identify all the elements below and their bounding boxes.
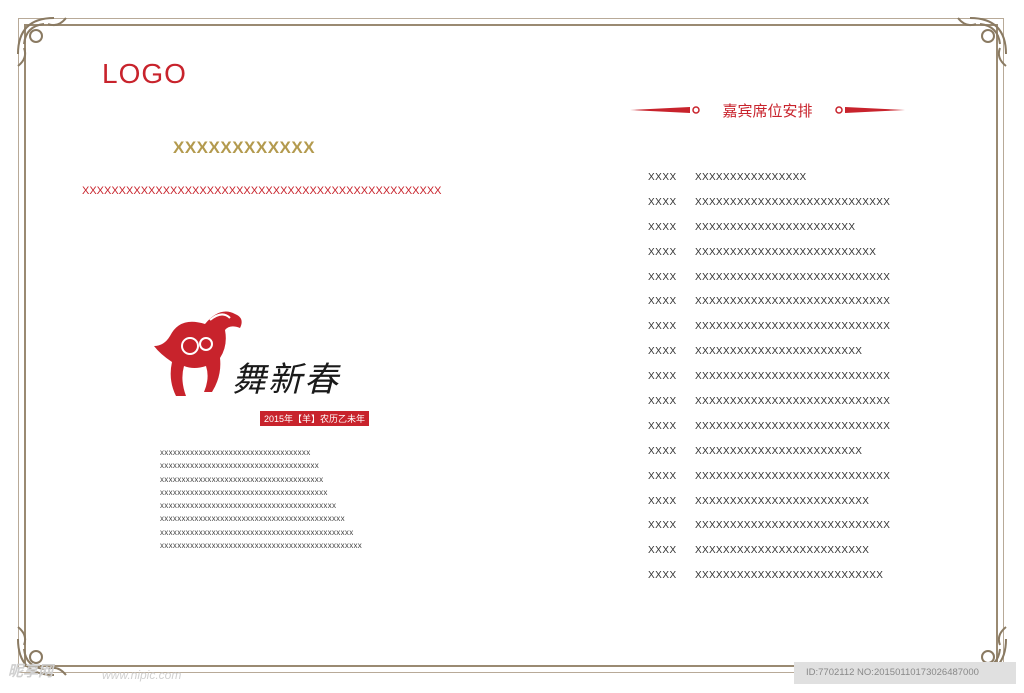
body-line: xxxxxxxxxxxxxxxxxxxxxxxxxxxxxxxxxxxxxxxx… [160,514,345,524]
seat-name: XXXXXXXXXXXXXXXXXXXXXXXX [695,445,863,457]
calligraphy-title: 舞新春 [232,360,340,400]
seat-row: XXXX XXXXXXXXXXXXXXXXXXXXXXXXXXXX [648,314,890,339]
seat-label: XXXX [648,395,677,407]
seat-row: XXXX XXXXXXXXXXXXXXXXXXXXXXXXX [648,538,890,563]
body-line: xxxxxxxxxxxxxxxxxxxxxxxxxxxxxxxxxxx [160,448,311,457]
seat-row: XXXX XXXXXXXXXXXXXXXX [648,165,890,190]
seat-label: XXXX [648,520,677,532]
seating-heading: 嘉宾席位安排 [630,98,905,122]
year-badge: 2015年【羊】农历乙未年 [260,411,370,426]
seat-row: XXXX XXXXXXXXXXXXXXXXXXXXXXXXXXX [648,563,890,588]
body-text: xxxxxxxxxxxxxxxxxxxxxxxxxxxxxxxxxxx xxxx… [160,446,362,552]
logo-text: LOGO [102,58,187,89]
seat-name: XXXXXXXXXXXXXXXXXXXXXXXXXXXX [695,420,891,432]
watermark-id: ID:7702112 NO:20150110173026487000 [794,662,1016,684]
seat-name: XXXXXXXXXXXXXXXX [695,171,807,183]
seat-row: XXXX XXXXXXXXXXXXXXXXXXXXXXXXXXXX [648,414,890,439]
seat-row: XXXX XXXXXXXXXXXXXXXXXXXXXXXXXXXX [648,265,890,290]
seat-row: XXXX XXXXXXXXXXXXXXXXXXXXXXXX [648,339,890,364]
seat-label: XXXX [648,371,677,383]
seat-name: XXXXXXXXXXXXXXXXXXXXXXX [695,221,856,233]
body-line: xxxxxxxxxxxxxxxxxxxxxxxxxxxxxxxxxxxxx [160,461,320,471]
seat-name: XXXXXXXXXXXXXXXXXXXXXXXX [695,346,863,358]
seat-row: XXXX XXXXXXXXXXXXXXXXXXXXXXXXX [648,489,890,514]
seat-label: XXXX [648,470,677,482]
seat-label: XXXX [648,545,677,557]
seating-list: XXXX XXXXXXXXXXXXXXXX XXXX XXXXXXXXXXXXXXX… [648,165,890,588]
seat-row: XXXX XXXXXXXXXXXXXXXXXXXXXXXXXXXX [648,389,890,414]
body-line: xxxxxxxxxxxxxxxxxxxxxxxxxxxxxxxxxxxxxxxx… [160,527,354,537]
seat-name: XXXXXXXXXXXXXXXXXXXXXXXXX [695,545,870,557]
seat-row: XXXX XXXXXXXXXXXXXXXXXXXXXXXX [648,439,890,464]
seat-name: XXXXXXXXXXXXXXXXXXXXXXXXXXXX [695,470,891,482]
seat-label: XXXX [648,221,677,233]
seat-label: XXXX [648,246,677,258]
seat-label: XXXX [648,495,677,507]
seat-label: XXXX [648,196,677,208]
seat-label: XXXX [648,296,677,308]
seat-name: XXXXXXXXXXXXXXXXXXXXXXXXX [695,495,870,507]
seat-name: XXXXXXXXXXXXXXXXXXXXXXXXXXXX [695,296,891,308]
seat-row: XXXX XXXXXXXXXXXXXXXXXXXXXXXXXXXX [648,464,890,489]
seat-name: XXXXXXXXXXXXXXXXXXXXXXXXXXXX [695,371,891,383]
seat-row: XXXX XXXXXXXXXXXXXXXXXXXXXXXXXXXX [648,513,890,538]
corner-ornament-icon [946,14,1010,78]
seat-row: XXXX XXXXXXXXXXXXXXXXXXXXXXXXXXXX [648,364,890,389]
document-subtitle: XXXXXXXXXXXXXXXXXXXXXXXXXXXXXXXXXXXXXXXX… [82,185,442,197]
seat-row: XXXX XXXXXXXXXXXXXXXXXXXXXXXXXXXX [648,289,890,314]
seat-name: XXXXXXXXXXXXXXXXXXXXXXXXXXXX [695,196,891,208]
seat-row: XXXX XXXXXXXXXXXXXXXXXXXXXXXXXX [648,240,890,265]
seat-name: XXXXXXXXXXXXXXXXXXXXXXXXXXXX [695,520,891,532]
seat-label: XXXX [648,271,677,283]
watermark-site: 昵享网 [8,663,54,680]
seat-label: XXXX [648,346,677,358]
body-line: xxxxxxxxxxxxxxxxxxxxxxxxxxxxxxxxxxxxxxxx… [160,541,363,551]
seat-label: XXXX [648,445,677,457]
body-line: xxxxxxxxxxxxxxxxxxxxxxxxxxxxxxxxxxxxxxx [160,487,328,497]
body-line: xxxxxxxxxxxxxxxxxxxxxxxxxxxxxxxxxxxxxx [160,474,324,484]
seat-name: XXXXXXXXXXXXXXXXXXXXXXXXXXX [695,570,884,582]
watermark-url: www.nipic.com [102,668,182,682]
seat-label: XXXX [648,570,677,582]
seat-name: XXXXXXXXXXXXXXXXXXXXXXXXXXXX [695,321,891,333]
body-line: xxxxxxxxxxxxxxxxxxxxxxxxxxxxxxxxxxxxxxxx… [160,501,337,511]
seat-name: XXXXXXXXXXXXXXXXXXXXXXXXXXXX [695,271,891,283]
corner-ornament-icon [14,14,78,78]
seat-name: XXXXXXXXXXXXXXXXXXXXXXXXXX [695,246,877,258]
document-title: XXXXXXXXXXXX [173,138,316,157]
seat-label: XXXX [648,321,677,333]
seat-row: XXXX XXXXXXXXXXXXXXXXXXXXXXXXXXXX [648,190,890,215]
seat-row: XXXX XXXXXXXXXXXXXXXXXXXXXXX [648,215,890,240]
seat-label: XXXX [648,420,677,432]
seat-name: XXXXXXXXXXXXXXXXXXXXXXXXXXXX [695,395,891,407]
seat-label: XXXX [648,171,677,183]
seating-title: 嘉宾席位安排 [722,102,813,120]
